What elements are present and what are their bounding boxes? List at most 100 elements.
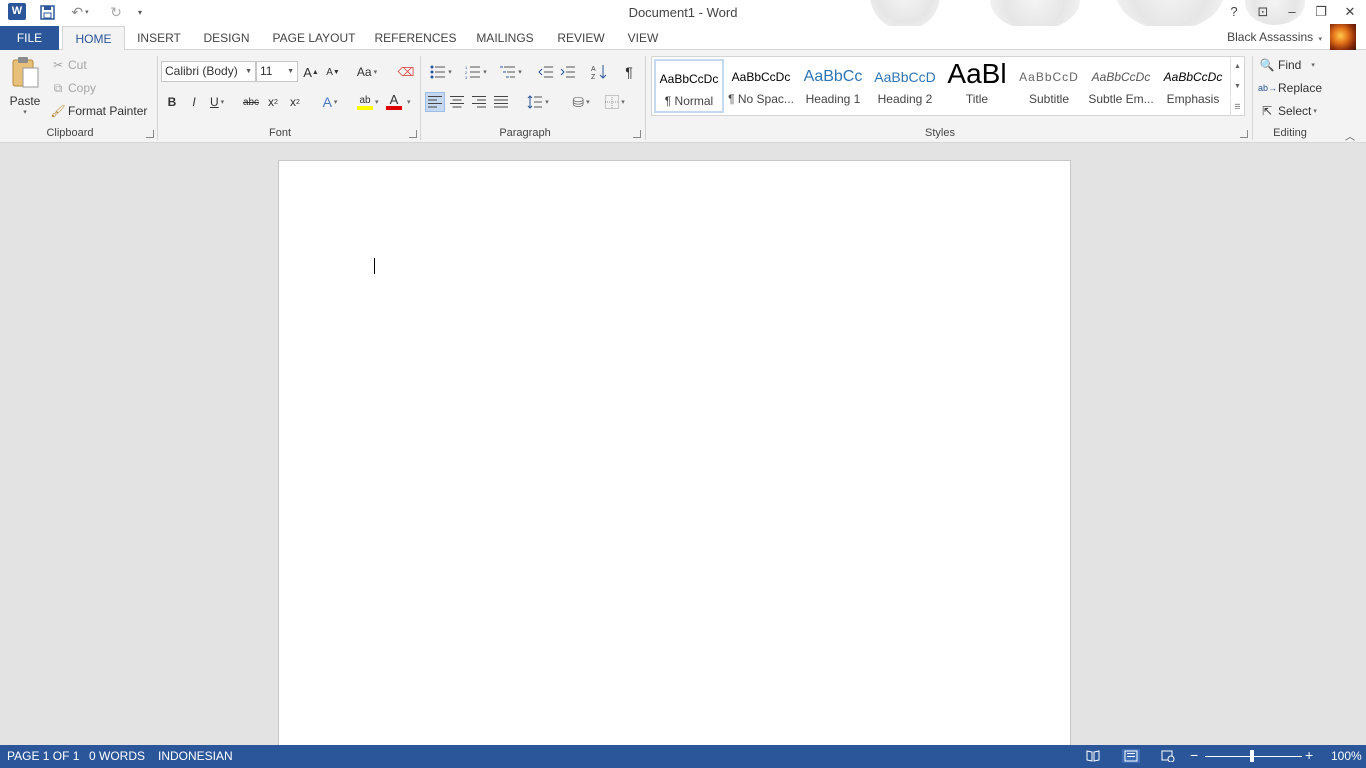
gallery-scroll-up-icon[interactable]: ▲	[1230, 57, 1244, 76]
copy-button[interactable]: ⧉ Copy	[50, 79, 96, 97]
svg-text:Z: Z	[591, 74, 596, 80]
chevron-down-icon[interactable]: ▾	[407, 98, 411, 106]
style-sample: AaBbCcD	[874, 69, 936, 85]
font-size-combo[interactable]: 11 ▼	[256, 61, 298, 82]
title-bar: W ↶ ▾ ↻ ▾ Document1 - Word ? ⊡ – ❐ ✕	[0, 0, 1366, 26]
group-label-editing: Editing	[1273, 127, 1307, 139]
web-layout-icon[interactable]	[1160, 749, 1176, 763]
chevron-down-icon: ▼	[287, 68, 294, 75]
help-icon[interactable]: ?	[1224, 3, 1244, 21]
gallery-scroll-down-icon[interactable]: ▼	[1230, 77, 1244, 96]
highlight-icon: ab	[359, 94, 371, 106]
style-name: Heading 1	[805, 92, 861, 106]
subscript-button[interactable]: x2	[263, 92, 283, 112]
zoom-level[interactable]: 100%	[1331, 749, 1362, 763]
style-subtle-emphasis[interactable]: AaBbCcDc Subtle Em...	[1086, 59, 1156, 113]
style-heading-1[interactable]: AaBbCc Heading 1	[798, 59, 868, 113]
tab-page-layout[interactable]: PAGE LAYOUT	[268, 26, 360, 50]
avatar[interactable]	[1330, 24, 1356, 50]
document-page[interactable]	[278, 160, 1071, 745]
italic-button[interactable]: I	[184, 92, 204, 112]
align-center-button[interactable]	[447, 92, 467, 112]
text-effects-button[interactable]: A ▾	[316, 92, 344, 112]
bold-button[interactable]: B	[162, 92, 182, 112]
chevron-down-icon[interactable]: ▾	[375, 98, 379, 106]
line-spacing-icon	[527, 95, 543, 109]
show-formatting-marks-button[interactable]: ¶	[619, 62, 639, 82]
style-title[interactable]: AaBl Title	[942, 59, 1012, 113]
grow-font-button[interactable]: A ▲	[301, 62, 321, 82]
bullets-button[interactable]: ▾	[426, 62, 456, 82]
tab-file[interactable]: FILE	[0, 26, 59, 50]
align-left-button[interactable]	[425, 92, 445, 112]
paragraph-dialog-launcher-icon[interactable]	[633, 130, 641, 138]
style-sample: AaBbCcDc	[1163, 70, 1223, 84]
ribbon-display-options-icon[interactable]: ⊡	[1253, 3, 1273, 21]
strikethrough-button[interactable]: abc	[241, 92, 261, 112]
cut-button[interactable]: ✂ Cut	[50, 56, 87, 74]
svg-text:A: A	[591, 66, 596, 73]
tab-references[interactable]: REFERENCES	[373, 26, 458, 50]
borders-button[interactable]: ▾	[600, 92, 630, 112]
underline-button[interactable]: U ▾	[206, 92, 234, 112]
user-account[interactable]: Black Assassins ▾	[1227, 30, 1322, 44]
style-subtitle[interactable]: AaBbCcD Subtitle	[1014, 59, 1084, 113]
style-heading-2[interactable]: AaBbCcD Heading 2	[870, 59, 940, 113]
close-icon[interactable]: ✕	[1340, 3, 1360, 21]
style-no-spacing[interactable]: AaBbCcDc ¶ No Spac...	[726, 59, 796, 113]
clipboard-dialog-launcher-icon[interactable]	[146, 130, 154, 138]
select-button[interactable]: ⇱ Select ▾	[1258, 102, 1317, 120]
sort-button[interactable]: AZ	[589, 62, 609, 82]
tab-mailings[interactable]: MAILINGS	[470, 26, 540, 50]
justify-button[interactable]	[491, 92, 511, 112]
tab-design[interactable]: DESIGN	[198, 26, 255, 50]
styles-dialog-launcher-icon[interactable]	[1240, 130, 1248, 138]
shrink-font-button[interactable]: A ▼	[323, 62, 343, 82]
format-painter-button[interactable]: 🖌 Format Painter	[50, 102, 147, 120]
window-title: Document1 - Word	[628, 5, 738, 20]
font-color-swatch	[386, 106, 402, 110]
numbering-button[interactable]: 1 2 3 ▾	[461, 62, 491, 82]
minimize-icon[interactable]: –	[1282, 3, 1302, 21]
font-color-button[interactable]: A	[384, 92, 404, 112]
style-normal[interactable]: AaBbCcDc ¶ Normal	[654, 59, 724, 113]
increase-indent-button[interactable]	[558, 62, 578, 82]
gallery-more-icon[interactable]: ☰	[1230, 97, 1244, 116]
change-case-button[interactable]: Aa ▾	[352, 62, 382, 82]
document-workspace[interactable]	[0, 143, 1366, 745]
paste-button[interactable]: Paste ▾	[6, 56, 44, 122]
tab-insert[interactable]: INSERT	[132, 26, 186, 50]
zoom-out-button[interactable]: −	[1190, 747, 1198, 763]
align-right-button[interactable]	[469, 92, 489, 112]
word-count[interactable]: 0 WORDS	[89, 749, 145, 763]
font-dialog-launcher-icon[interactable]	[409, 130, 417, 138]
zoom-in-button[interactable]: +	[1305, 747, 1313, 763]
tab-home[interactable]: HOME	[62, 26, 125, 51]
font-name-combo[interactable]: Calibri (Body) ▼	[161, 61, 256, 82]
tab-review[interactable]: REVIEW	[553, 26, 609, 50]
superscript-button[interactable]: x2	[285, 92, 305, 112]
copy-label: Copy	[68, 81, 97, 95]
style-emphasis[interactable]: AaBbCcDc Emphasis	[1158, 59, 1228, 113]
clear-formatting-button[interactable]: ⌫	[396, 62, 416, 82]
group-label-font: Font	[268, 127, 291, 139]
decrease-indent-button[interactable]	[536, 62, 556, 82]
zoom-slider-thumb[interactable]	[1250, 750, 1254, 762]
line-spacing-button[interactable]: ▾	[523, 92, 553, 112]
restore-icon[interactable]: ❐	[1311, 3, 1331, 21]
shading-button[interactable]: ⛁ ▾	[566, 92, 596, 112]
user-name: Black Assassins	[1227, 30, 1314, 44]
language-indicator[interactable]: INDONESIAN	[158, 749, 233, 763]
underline-icon: U	[210, 95, 219, 109]
read-mode-icon[interactable]	[1085, 749, 1101, 763]
collapse-ribbon-icon[interactable]: ︿	[1345, 128, 1355, 143]
page-count[interactable]: PAGE 1 OF 1	[7, 749, 79, 763]
paste-label: Paste	[9, 94, 41, 108]
replace-button[interactable]: ab→ Replace	[1258, 79, 1322, 97]
multilevel-list-button[interactable]: ▾	[496, 62, 526, 82]
tab-view[interactable]: VIEW	[623, 26, 663, 50]
group-separator	[645, 56, 646, 140]
print-layout-icon[interactable]	[1122, 749, 1140, 763]
find-button[interactable]: 🔍 Find ▾	[1258, 56, 1315, 74]
style-sample: AaBbCcDc	[731, 70, 791, 84]
